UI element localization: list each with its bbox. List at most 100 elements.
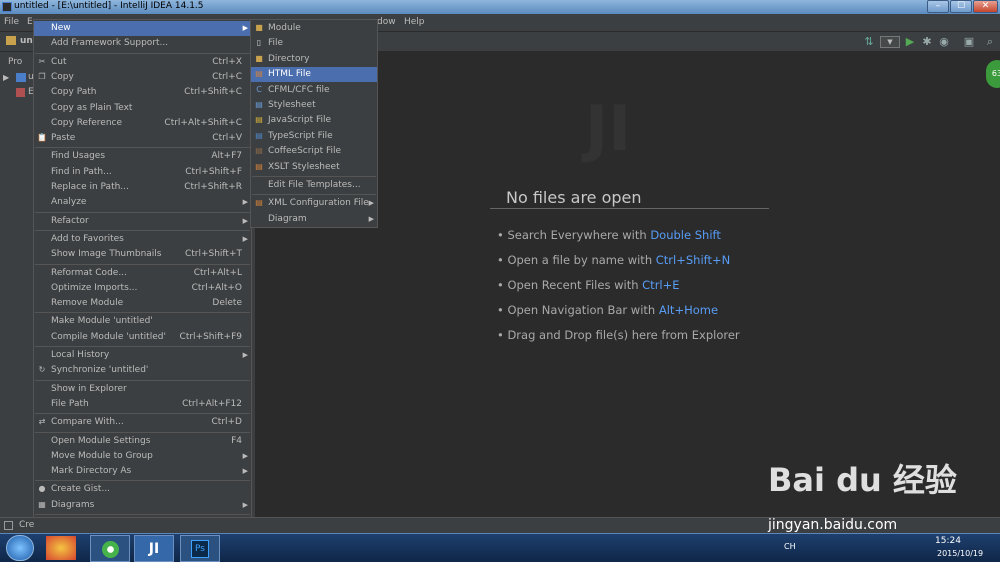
context-menu-item-label: Compare With... — [51, 417, 124, 428]
hint-line: • Search Everywhere with Double Shift — [497, 228, 721, 242]
search-icon[interactable]: ⌕ — [983, 35, 997, 49]
library-icon — [16, 88, 25, 97]
context-menu-item-label: Create Gist... — [51, 484, 111, 495]
debug-icon[interactable]: ✱ — [920, 35, 934, 49]
new-submenu-item-javascript-file[interactable]: ▤ JavaScript File — [251, 113, 377, 128]
context-menu-item-optimize-imports[interactable]: Optimize Imports... Ctrl+Alt+O — [34, 281, 251, 296]
context-menu-item-replace-in-path[interactable]: Replace in Path... Ctrl+Shift+R — [34, 180, 251, 195]
menu-separator — [252, 194, 376, 196]
context-menu-item-label: Find Usages — [51, 151, 106, 162]
context-menu-item-label: Cut — [51, 56, 67, 67]
menu-edit[interactable]: E — [27, 17, 33, 27]
new-submenu-item-typescript-file[interactable]: ▤ TypeScript File — [251, 129, 377, 144]
new-submenu-item-cfml-cfc-file[interactable]: C CFML/CFC file — [251, 83, 377, 98]
html-file-icon: ▤ — [255, 69, 263, 79]
badge-63[interactable]: 63 — [986, 60, 1000, 88]
context-menu-item-add-framework-support[interactable]: Add Framework Support... — [34, 36, 251, 51]
context-menu-item-find-in-path[interactable]: Find in Path... Ctrl+Shift+F — [34, 165, 251, 180]
clock-time[interactable]: 15:24 — [935, 536, 961, 546]
ime-indicator[interactable]: CH — [784, 542, 796, 551]
intellij-icon[interactable]: JI — [134, 535, 174, 562]
menu-file[interactable]: File — [4, 17, 19, 27]
menu-help[interactable]: Help — [404, 17, 425, 27]
context-menu-item-diagrams[interactable]: ▦ Diagrams ▶ — [34, 498, 251, 513]
tool-windows-icon[interactable] — [4, 521, 13, 530]
hint-shortcut: Alt+Home — [658, 303, 719, 317]
new-submenu-item-coffeescript-file[interactable]: ▤ CoffeeScript File — [251, 144, 377, 159]
context-menu-item-label: Synchronize 'untitled' — [51, 365, 149, 376]
new-submenu-item-file[interactable]: ▯ File — [251, 36, 377, 51]
hint-line: • Drag and Drop file(s) here from Explor… — [497, 328, 740, 342]
context-menu-item-local-history[interactable]: Local History ▶ — [34, 348, 251, 363]
context-menu-item-label: Add Framework Support... — [51, 38, 169, 49]
context-menu-item-show-in-explorer[interactable]: Show in Explorer — [34, 382, 251, 397]
hint-text: • Search Everywhere with — [497, 228, 651, 242]
new-submenu-item-directory[interactable]: ■ Directory — [251, 52, 377, 67]
context-menu-item-remove-module[interactable]: Remove Module Delete — [34, 296, 251, 311]
context-menu-item-add-to-favorites[interactable]: Add to Favorites ▶ — [34, 232, 251, 247]
new-submenu: ■ Module ▯ File ■ Directory ▤ HTML File C CFML/CF… — [250, 19, 378, 228]
maximize-button[interactable]: ☐ — [950, 0, 972, 13]
context-menu-item-compare-with[interactable]: ⇄ Compare With... Ctrl+D — [34, 415, 251, 430]
new-submenu-item-html-file[interactable]: ▤ HTML File — [251, 67, 377, 83]
photoshop-icon[interactable]: Ps — [180, 535, 220, 562]
menu-separator — [35, 480, 250, 482]
new-submenu-item-edit-file-templates[interactable]: Edit File Templates... — [251, 178, 377, 193]
windows-start-icon[interactable] — [6, 535, 34, 561]
build-icon[interactable]: ⇅ — [862, 35, 876, 49]
new-submenu-item-label: Directory — [268, 53, 310, 64]
expand-arrow-icon[interactable]: ▶ — [3, 73, 9, 82]
project-breadcrumb[interactable]: un — [20, 36, 33, 46]
coffee-file-icon: ▤ — [255, 146, 263, 156]
project-tab[interactable]: Pro — [8, 57, 22, 67]
shortcut-label: Delete — [212, 298, 242, 309]
context-menu-item-paste[interactable]: 📋 Paste Ctrl+V — [34, 131, 251, 146]
status-text: Cre — [19, 520, 35, 530]
new-submenu-item-xslt-stylesheet[interactable]: ▤ XSLT Stylesheet — [251, 160, 377, 175]
menu-window[interactable]: dow — [377, 17, 396, 27]
context-menu-item-synchronize-untitled[interactable]: ↻ Synchronize 'untitled' — [34, 363, 251, 378]
context-menu-item-mark-directory-as[interactable]: Mark Directory As ▶ — [34, 464, 251, 479]
context-menu-item-create-gist[interactable]: ● Create Gist... — [34, 482, 251, 497]
context-menu-item-compile-module-untitled[interactable]: Compile Module 'untitled' Ctrl+Shift+F9 — [34, 330, 251, 345]
new-submenu-item-xml-configuration-file[interactable]: ▤ XML Configuration File ▶ — [251, 196, 377, 211]
context-menu-item-move-module-to-group[interactable]: Move Module to Group ▶ — [34, 449, 251, 464]
context-menu-item-open-module-settings[interactable]: Open Module Settings F4 — [34, 434, 251, 449]
run-config-dropdown[interactable]: ▼ — [880, 36, 900, 48]
context-menu-item-copy-path[interactable]: Copy Path Ctrl+Shift+C — [34, 85, 251, 100]
new-submenu-item-diagram[interactable]: Diagram ▶ — [251, 212, 377, 227]
hint-text: • Drag and Drop file(s) here from Explor… — [497, 328, 740, 342]
context-menu-item-cut[interactable]: ✂ Cut Ctrl+X — [34, 55, 251, 70]
submenu-arrow-icon: ▶ — [242, 500, 248, 509]
new-submenu-item-module[interactable]: ■ Module — [251, 21, 377, 36]
context-menu-item-file-path[interactable]: File Path Ctrl+Alt+F12 — [34, 397, 251, 412]
360-icon[interactable] — [46, 536, 76, 560]
intellij-app-icon — [2, 2, 12, 12]
context-menu-item-show-image-thumbnails[interactable]: Show Image Thumbnails Ctrl+Shift+T — [34, 247, 251, 262]
context-menu-item-copy-reference[interactable]: Copy Reference Ctrl+Alt+Shift+C — [34, 116, 251, 131]
shortcut-label: F4 — [231, 435, 242, 446]
shortcut-label: Ctrl+V — [212, 133, 242, 144]
coverage-icon[interactable]: ◉ — [937, 35, 951, 49]
chrome-icon[interactable] — [90, 535, 130, 562]
close-button[interactable]: ✕ — [973, 0, 998, 13]
context-menu-item-find-usages[interactable]: Find Usages Alt+F7 — [34, 149, 251, 164]
context-menu-item-new[interactable]: New ▶ — [34, 21, 251, 36]
new-submenu-item-stylesheet[interactable]: ▤ Stylesheet — [251, 98, 377, 113]
context-menu-item-copy[interactable]: ❐ Copy Ctrl+C — [34, 70, 251, 85]
new-submenu-item-label: File — [268, 38, 284, 49]
context-menu-item-copy-as-plain-text[interactable]: Copy as Plain Text — [34, 101, 251, 116]
context-menu-item-label: Make Module 'untitled' — [51, 316, 153, 327]
context-menu-item-make-module-untitled[interactable]: Make Module 'untitled' — [34, 314, 251, 329]
context-menu-item-reformat-code[interactable]: Reformat Code... Ctrl+Alt+L — [34, 266, 251, 281]
run-icon[interactable]: ▶ — [903, 35, 917, 49]
clock-date[interactable]: 2015/10/19 — [937, 549, 983, 558]
submenu-arrow-icon: ▶ — [242, 234, 248, 243]
context-menu-item-label: Analyze — [51, 197, 87, 208]
project-structure-icon[interactable]: ▣ — [962, 35, 976, 49]
xml-file-icon: ▤ — [255, 198, 263, 208]
context-menu-item-analyze[interactable]: Analyze ▶ — [34, 195, 251, 210]
context-menu-item-refactor[interactable]: Refactor ▶ — [34, 214, 251, 229]
submenu-arrow-icon: ▶ — [242, 451, 248, 460]
minimize-button[interactable]: – — [927, 0, 949, 13]
